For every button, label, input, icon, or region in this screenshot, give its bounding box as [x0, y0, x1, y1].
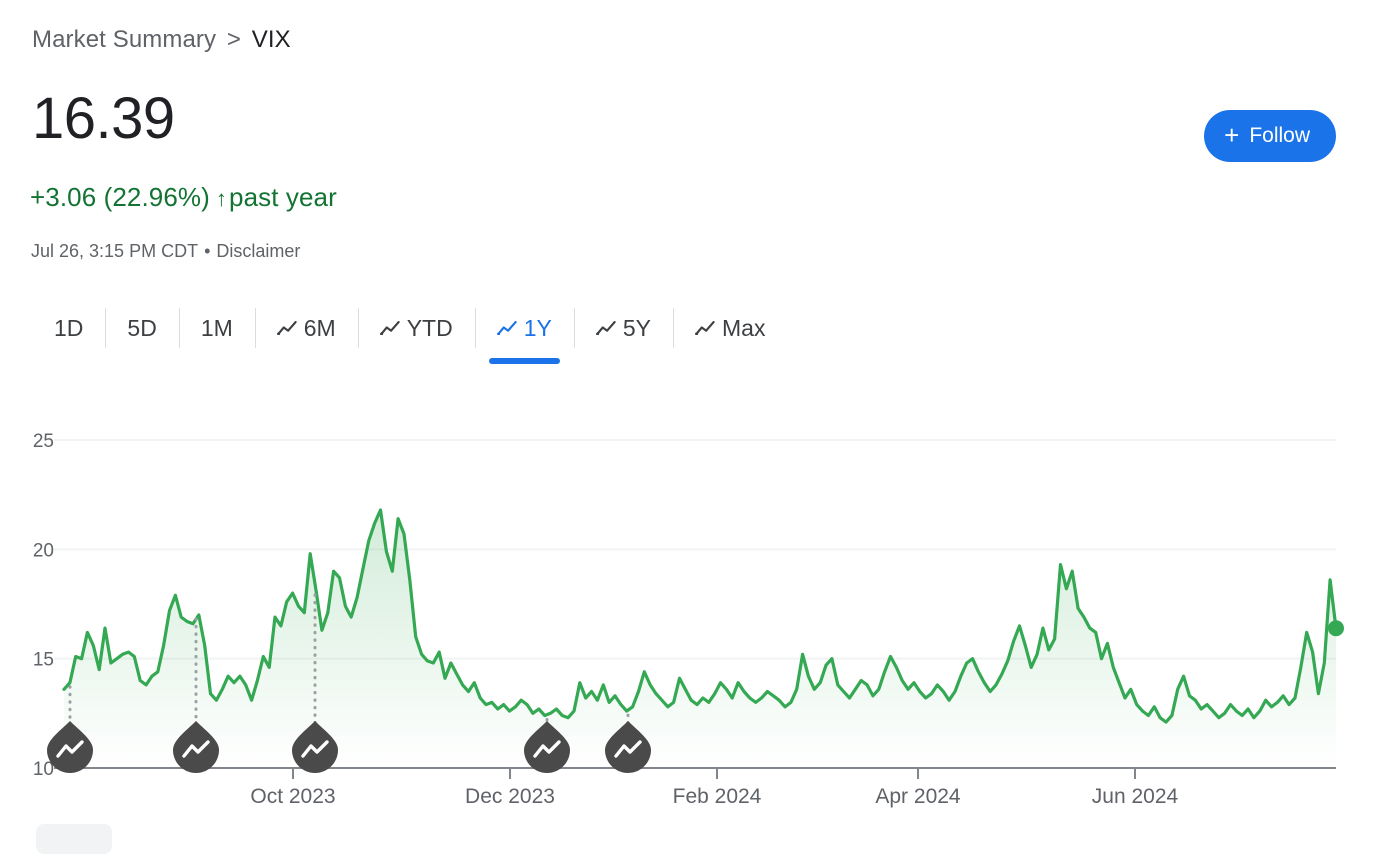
y-axis-tick-label: 20	[33, 540, 54, 561]
price-change: +3.06 (22.96%) ↑past year	[30, 181, 337, 215]
range-tab-label: 1D	[54, 314, 84, 341]
range-tab-label: 1Y	[523, 314, 552, 341]
current-price: 16.39	[32, 86, 175, 151]
y-axis-tick-label: 15	[33, 650, 54, 671]
x-axis-tick-label: Apr 2024	[875, 785, 961, 808]
breadcrumb-symbol: VIX	[251, 26, 291, 53]
range-tab-5d[interactable]: 5D	[105, 302, 178, 354]
range-tab-label: 1M	[200, 314, 233, 341]
range-tab-label: YTD	[406, 314, 453, 341]
price-change-value: +3.06 (22.96%)	[30, 182, 210, 212]
breadcrumb-root[interactable]: Market Summary	[32, 26, 216, 53]
x-axis-tick-label: Dec 2023	[465, 785, 555, 808]
sparkline-icon	[276, 321, 297, 335]
quote-timestamp-row: Jul 26, 3:15 PM CDT • Disclaimer	[31, 239, 300, 263]
price-change-period: past year	[229, 182, 337, 212]
separator-dot: •	[204, 241, 211, 261]
disclaimer-link[interactable]: Disclaimer	[216, 241, 300, 261]
sparkline-icon	[695, 321, 715, 335]
range-tab-1d[interactable]: 1D	[32, 302, 105, 354]
x-axis-tick-label: Feb 2024	[673, 785, 762, 808]
range-tab-6m[interactable]: 6M	[254, 302, 358, 354]
x-axis-tick-label: Jun 2024	[1092, 785, 1179, 808]
quote-timestamp: Jul 26, 3:15 PM CDT	[31, 241, 199, 261]
sparkline-icon	[496, 321, 517, 335]
range-tab-bar: 1D 5D 1M 6M YTD 1Y 5Y Max	[32, 302, 787, 364]
range-tab-label: 5D	[127, 314, 157, 341]
arrow-up-icon: ↑	[215, 186, 228, 211]
x-axis-tick-label: Oct 2023	[250, 785, 335, 808]
chart-svg: 25201510Oct 2023 Dec 2023 Feb 2024 Apr 2024…	[33, 431, 1344, 808]
follow-button-label: Follow	[1249, 124, 1310, 147]
active-tab-indicator	[488, 358, 560, 364]
y-axis-tick-label: 25	[33, 431, 54, 452]
range-tab-max[interactable]: Max	[673, 302, 787, 354]
breadcrumb-separator: >	[226, 26, 242, 53]
follow-button[interactable]: + Follow	[1204, 110, 1336, 162]
breadcrumb: Market Summary > VIX	[32, 26, 291, 54]
range-tab-ytd[interactable]: YTD	[357, 302, 475, 354]
range-tab-label: Max	[722, 314, 766, 341]
last-price-dot	[1328, 620, 1344, 637]
range-tab-1m[interactable]: 1M	[178, 302, 255, 354]
price-chart[interactable]: 25 20 15 10 Oct 2023 Dec 2023 Feb 2024 Apr 2024…	[0, 400, 1396, 830]
range-tab-label: 6M	[303, 314, 336, 341]
sparkline-icon	[595, 321, 616, 335]
plus-icon: +	[1224, 120, 1240, 150]
bottom-chip[interactable]	[36, 824, 112, 854]
range-tab-1y[interactable]: 1Y	[474, 302, 574, 364]
range-tab-label: 5Y	[622, 314, 651, 341]
chart-line	[62, 508, 1338, 724]
sparkline-icon	[379, 321, 400, 335]
range-tab-5y[interactable]: 5Y	[573, 302, 673, 354]
